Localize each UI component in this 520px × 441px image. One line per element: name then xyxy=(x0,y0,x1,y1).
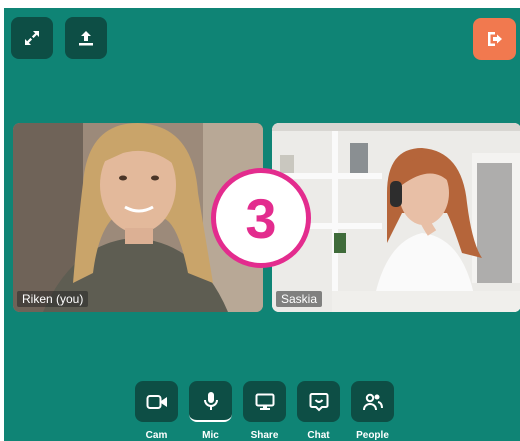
microphone-button-box[interactable] xyxy=(189,381,232,422)
microphone-label: Mic xyxy=(202,430,219,441)
call-controls-bar: Cam Mic Share Chat People xyxy=(135,381,394,441)
exit-door-icon xyxy=(487,32,502,46)
upload-icon xyxy=(79,31,93,46)
people-label: People xyxy=(356,430,389,441)
fullscreen-button[interactable] xyxy=(11,17,53,59)
video-call-window: Riken (you) Saskia 3 Cam Mic Share Chat … xyxy=(4,8,520,441)
camera-button[interactable]: Cam xyxy=(135,381,178,441)
chat-button-box[interactable] xyxy=(297,381,340,422)
upload-button[interactable] xyxy=(65,17,107,59)
camera-label: Cam xyxy=(145,430,168,441)
share-button-box[interactable] xyxy=(243,381,286,422)
chat-icon xyxy=(309,392,328,411)
screen-share-icon xyxy=(255,393,274,410)
participant-name-label: Riken (you) xyxy=(17,291,89,307)
chat-button[interactable]: Chat xyxy=(297,381,340,441)
leave-call-button[interactable] xyxy=(473,18,516,60)
share-label: Share xyxy=(250,430,279,441)
participant-name-label: Saskia xyxy=(276,291,323,307)
microphone-button[interactable]: Mic xyxy=(189,381,232,441)
camera-icon xyxy=(146,394,167,409)
camera-button-box[interactable] xyxy=(135,381,178,422)
expand-icon xyxy=(25,31,39,45)
microphone-icon xyxy=(203,391,218,410)
share-screen-button[interactable]: Share xyxy=(243,381,286,441)
chat-label: Chat xyxy=(307,430,330,441)
step-number-badge: 3 xyxy=(211,168,311,268)
people-button-box[interactable] xyxy=(351,381,394,422)
people-button[interactable]: People xyxy=(351,381,394,441)
people-icon xyxy=(362,393,383,410)
